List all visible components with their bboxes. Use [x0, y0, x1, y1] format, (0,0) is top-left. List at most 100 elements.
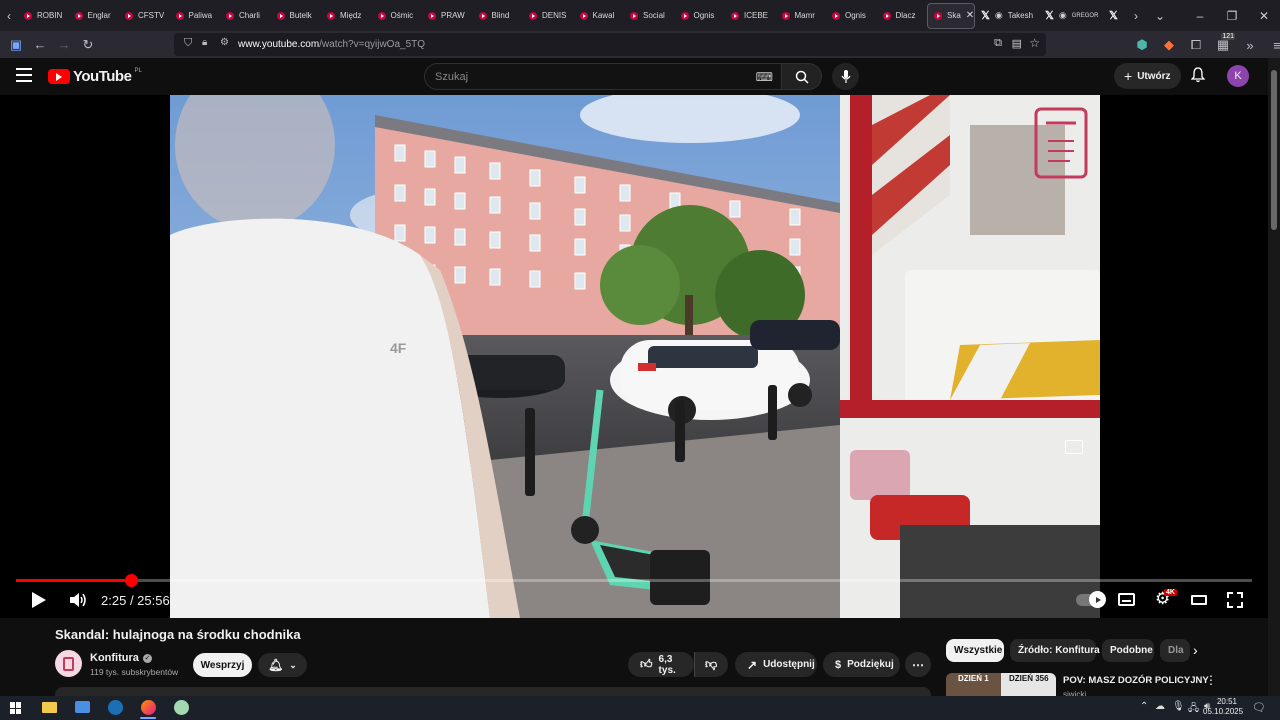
tab-x-gregor[interactable]: 𝕏 ◉ GREGOR	[1039, 0, 1103, 31]
tab-scroll-left-icon[interactable]: ‹	[0, 9, 18, 23]
microphone-tray-icon[interactable]: 🎙︎	[1172, 701, 1185, 712]
chips-next-icon[interactable]: ›	[1193, 642, 1198, 658]
guide-menu-icon[interactable]	[16, 68, 32, 82]
browser-tab[interactable]: Social	[624, 0, 675, 31]
reload-icon[interactable]: ↻	[76, 33, 100, 57]
channel-name-row[interactable]: Konfitura ✓	[90, 652, 152, 664]
search-button[interactable]	[781, 63, 822, 90]
hamburger-menu-icon[interactable]: ≡	[1265, 33, 1280, 57]
overflow-chevrons-icon[interactable]: »	[1238, 33, 1262, 57]
like-button[interactable]: 👍︎ 6,3 tys.	[628, 652, 694, 677]
fullscreen-button[interactable]	[1227, 592, 1243, 613]
forward-arrow-icon[interactable]: →	[52, 33, 76, 57]
video-player[interactable]: 4F 2:25 / 25:56 ⚙ 4K	[0, 95, 1268, 618]
thanks-button[interactable]: $ Podziękuj	[823, 652, 900, 677]
browser-tab[interactable]: ICEBE	[725, 0, 776, 31]
bookmark-star-icon[interactable]: ☆	[1029, 36, 1040, 50]
description-box-edge[interactable]	[55, 687, 931, 696]
dislike-button[interactable]: 👎︎	[694, 652, 728, 677]
extension-badge-icon[interactable]: ▦ 121	[1211, 33, 1235, 57]
windows-start-icon[interactable]	[10, 702, 22, 714]
voice-search-button[interactable]	[832, 63, 859, 90]
browser-tab[interactable]: Paliwa	[170, 0, 221, 31]
notifications-dropdown[interactable]: 🔔︎ ⌄	[258, 653, 307, 677]
extension-shield-icon[interactable]: ⬢	[1130, 33, 1154, 57]
autoplay-toggle[interactable]	[1076, 591, 1106, 608]
support-button[interactable]: Wesprzyj	[193, 653, 252, 677]
steam-icon[interactable]	[108, 700, 123, 715]
browser-tab[interactable]: Englar	[69, 0, 120, 31]
app-icon[interactable]	[174, 700, 189, 715]
browser-tab[interactable]: CFSTV	[119, 0, 170, 31]
back-arrow-icon[interactable]: ←	[28, 33, 52, 57]
restore-icon[interactable]: ❐	[1216, 9, 1248, 23]
video-frame[interactable]: 4F	[170, 95, 1100, 618]
search-input[interactable]: Szukaj ⌨	[424, 63, 782, 90]
channel-name[interactable]: Konfitura	[90, 652, 139, 664]
active-tab[interactable]: Ska ✕	[927, 2, 975, 29]
tray-overflow-icon[interactable]: ⌃	[1140, 701, 1148, 712]
picture-in-picture-icon[interactable]: ⧉	[994, 37, 1002, 50]
progress-bar[interactable]	[16, 574, 1252, 587]
list-all-tabs-icon[interactable]: ⌄	[1151, 9, 1169, 23]
scrollbar-thumb[interactable]	[1271, 70, 1277, 230]
close-tab-icon[interactable]: ✕	[966, 10, 974, 21]
avatar[interactable]: K	[1227, 65, 1249, 87]
network-icon[interactable]: 🖧	[1188, 701, 1199, 718]
browser-tab[interactable]: Ognis	[675, 0, 726, 31]
remote-desktop-icon[interactable]	[75, 701, 90, 713]
progress-scrubber[interactable]	[125, 574, 139, 587]
filter-chip[interactable]: Podobne	[1102, 639, 1154, 662]
youtube-logo[interactable]: YouTube PL	[48, 68, 142, 85]
browser-tab[interactable]: Mamr	[776, 0, 827, 31]
recommended-more-icon[interactable]: ⋮	[1205, 673, 1217, 687]
extensions-puzzle-icon[interactable]: ⧠	[1184, 33, 1208, 57]
file-explorer-icon[interactable]	[42, 702, 57, 713]
reader-view-icon[interactable]: ▤	[1012, 37, 1022, 50]
page-scrollbar[interactable]	[1268, 58, 1280, 696]
browser-tab[interactable]: Butelk	[271, 0, 322, 31]
browser-tab[interactable]: DENIS	[523, 0, 574, 31]
pip-overlay-icon[interactable]	[1065, 440, 1083, 454]
volume-button[interactable]	[70, 592, 88, 613]
browser-tab[interactable]: Charli	[220, 0, 271, 31]
play-button[interactable]	[32, 592, 46, 613]
settings-button[interactable]: ⚙ 4K	[1155, 589, 1177, 609]
browser-tab[interactable]: PRAW	[422, 0, 473, 31]
close-window-icon[interactable]: ✕	[1248, 9, 1280, 23]
clock[interactable]: 20:51 05.10.2025	[1203, 697, 1243, 717]
sidebar-toggle-icon[interactable]: ▣	[4, 33, 28, 57]
browser-tab[interactable]: Międz	[321, 0, 372, 31]
firefox-icon[interactable]	[141, 700, 156, 715]
onedrive-cloud-icon[interactable]: ☁	[1155, 701, 1165, 712]
recommended-thumbnail[interactable]: DZIEŃ 1 DZIEŃ 356	[946, 673, 1056, 696]
extension-fox-icon[interactable]: ◆	[1157, 33, 1181, 57]
channel-avatar[interactable]	[55, 650, 82, 677]
shield-icon[interactable]: ⛉	[184, 37, 192, 50]
notifications-tray-icon[interactable]: 🗨	[1252, 701, 1266, 714]
recommended-title[interactable]: POV: MASZ DOZÓR POLICYJNY	[1063, 675, 1209, 686]
more-actions-button[interactable]: ⋯	[905, 652, 931, 677]
share-button[interactable]: ↗ Udostępnij	[735, 652, 817, 677]
notifications-bell-icon[interactable]	[1190, 67, 1206, 88]
keyboard-icon[interactable]: ⌨	[756, 70, 773, 84]
filter-chip[interactable]: Wszystkie	[946, 639, 1004, 662]
lock-icon[interactable]: 🔒︎	[202, 37, 207, 48]
permissions-icon[interactable]: ⚙	[220, 37, 229, 48]
filter-chip[interactable]: Dla	[1160, 639, 1190, 662]
subtitles-button[interactable]	[1118, 593, 1135, 606]
browser-tab[interactable]: Ognis	[826, 0, 877, 31]
tab-x[interactable]: 𝕏	[1103, 0, 1127, 31]
theater-mode-button[interactable]	[1191, 595, 1207, 605]
create-button[interactable]: + Utwórz	[1114, 63, 1181, 89]
filter-chip[interactable]: Źródło: Konfitura	[1010, 639, 1100, 662]
url-bar[interactable]: ⛉ 🔒︎ ⚙ www.youtube.com/watch?v=qyijwOa_5…	[174, 33, 1046, 56]
tab-x-takesh[interactable]: 𝕏 ◉ Takesh	[975, 0, 1039, 31]
browser-tab[interactable]: Ośmic	[372, 0, 423, 31]
browser-tab[interactable]: ROBIN	[18, 0, 69, 31]
tab-scroll-right-icon[interactable]: ›	[1127, 9, 1145, 23]
minimize-icon[interactable]: –	[1184, 9, 1216, 23]
browser-tab[interactable]: Kawal	[574, 0, 625, 31]
browser-tab[interactable]: Dlacz	[877, 0, 928, 31]
browser-tab[interactable]: Blind	[473, 0, 524, 31]
